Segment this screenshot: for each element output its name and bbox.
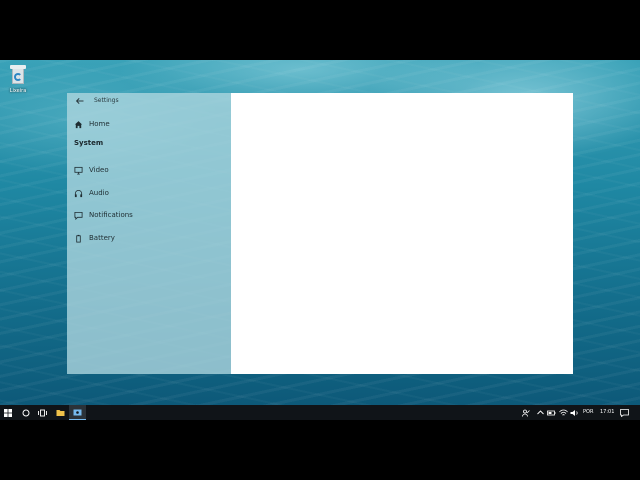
nav-item-notifications[interactable]: Notifications <box>67 206 231 226</box>
nav-item-audio-label: Audio <box>89 189 109 197</box>
taskbar: POR 17:01 <box>0 405 640 420</box>
language-indicator[interactable]: POR <box>583 409 593 415</box>
start-button[interactable] <box>0 405 16 420</box>
task-view-button[interactable] <box>34 405 50 420</box>
recycle-bin-label: Lixeira <box>9 88 27 94</box>
task-view-icon <box>38 409 47 417</box>
message-icon <box>74 211 83 220</box>
volume-icon[interactable] <box>570 409 579 417</box>
navigation-pane: Settings Home System Video Audio Notific… <box>67 93 231 374</box>
home-icon <box>74 121 83 129</box>
monitor-icon <box>74 166 83 175</box>
nav-item-notifications-label: Notifications <box>89 211 133 219</box>
headphones-icon <box>74 190 83 198</box>
folder-icon <box>56 410 65 416</box>
nav-item-audio[interactable]: Audio <box>67 184 231 204</box>
settings-window: Settings Home System Video Audio Notific… <box>67 93 573 374</box>
network-icon[interactable] <box>559 409 568 417</box>
action-center-icon[interactable] <box>620 409 629 417</box>
cortana-circle-icon <box>22 409 30 417</box>
settings-app-icon <box>73 409 82 416</box>
nav-item-battery-label: Battery <box>89 234 115 242</box>
clock[interactable]: 17:01 <box>600 409 614 415</box>
section-title-system: System <box>74 139 104 147</box>
nav-item-home[interactable]: Home <box>67 115 231 135</box>
title-bar: Settings <box>67 93 231 109</box>
nav-item-video[interactable]: Video <box>67 161 231 181</box>
nav-item-battery[interactable]: Battery <box>67 229 231 249</box>
nav-item-video-label: Video <box>89 166 109 174</box>
file-explorer-button[interactable] <box>52 405 68 420</box>
people-icon[interactable] <box>522 409 530 417</box>
recycle-bin-shortcut[interactable]: Lixeira <box>4 65 32 94</box>
nav-item-home-label: Home <box>89 120 110 128</box>
back-arrow-icon[interactable] <box>75 96 85 106</box>
windows-logo-icon <box>4 409 12 417</box>
content-pane <box>231 93 573 374</box>
recycle-bin-icon <box>10 65 26 85</box>
battery-tray-icon[interactable] <box>547 409 556 417</box>
cortana-button[interactable] <box>18 405 34 420</box>
settings-taskbar-button[interactable] <box>69 405 86 420</box>
chevron-up-icon[interactable] <box>537 410 544 415</box>
window-title: Settings <box>94 97 119 104</box>
battery-icon <box>76 234 81 243</box>
